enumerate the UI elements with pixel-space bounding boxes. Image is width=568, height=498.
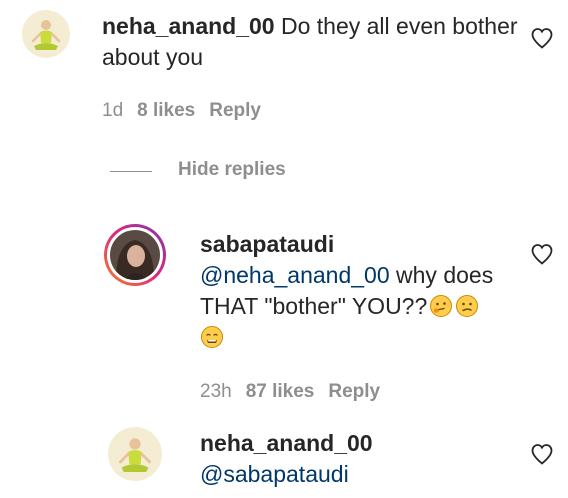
thinking-face-emoji xyxy=(430,295,453,317)
comment-username[interactable]: neha_anand_00 xyxy=(102,13,275,39)
comment-body: neha_anand_00 Do they all even bother ab… xyxy=(102,11,522,73)
nauseated-face-emoji xyxy=(201,326,223,348)
reply-body: sabapataudi @neha_anand_00 why does THAT… xyxy=(200,229,520,353)
yoga-avatar-icon xyxy=(22,10,70,58)
profile-photo-icon xyxy=(110,230,160,280)
reply-username[interactable]: neha_anand_00 xyxy=(200,428,520,459)
reply-time: 23h xyxy=(200,381,232,402)
hide-replies-divider xyxy=(110,171,152,172)
heart-outline-icon[interactable] xyxy=(530,27,554,49)
reply-meta: 23h 87 likes Reply xyxy=(200,381,394,403)
avatar-sabapataudi[interactable] xyxy=(104,224,166,286)
hide-replies-button[interactable]: Hide replies xyxy=(178,159,286,181)
reply-button[interactable]: Reply xyxy=(209,100,261,122)
mention-link[interactable]: @neha_anand_00 xyxy=(200,262,390,288)
mention-link[interactable]: @sabapataudi xyxy=(200,459,520,490)
comment-likes[interactable]: 8 likes xyxy=(137,100,195,122)
heart-outline-icon[interactable] xyxy=(530,443,554,465)
reply-button[interactable]: Reply xyxy=(328,381,380,403)
reply-likes[interactable]: 87 likes xyxy=(246,381,315,403)
comment-meta: 1d 8 likes Reply xyxy=(102,100,275,122)
yoga-avatar-icon xyxy=(108,427,162,481)
avatar-neha[interactable] xyxy=(108,427,162,481)
reply-body: neha_anand_00 @sabapataudi xyxy=(200,428,520,490)
confused-face-emoji xyxy=(456,295,479,317)
reply-username[interactable]: sabapataudi xyxy=(200,229,520,260)
heart-outline-icon[interactable] xyxy=(530,243,554,265)
avatar-neha[interactable] xyxy=(22,10,70,58)
comment-time: 1d xyxy=(102,100,124,121)
